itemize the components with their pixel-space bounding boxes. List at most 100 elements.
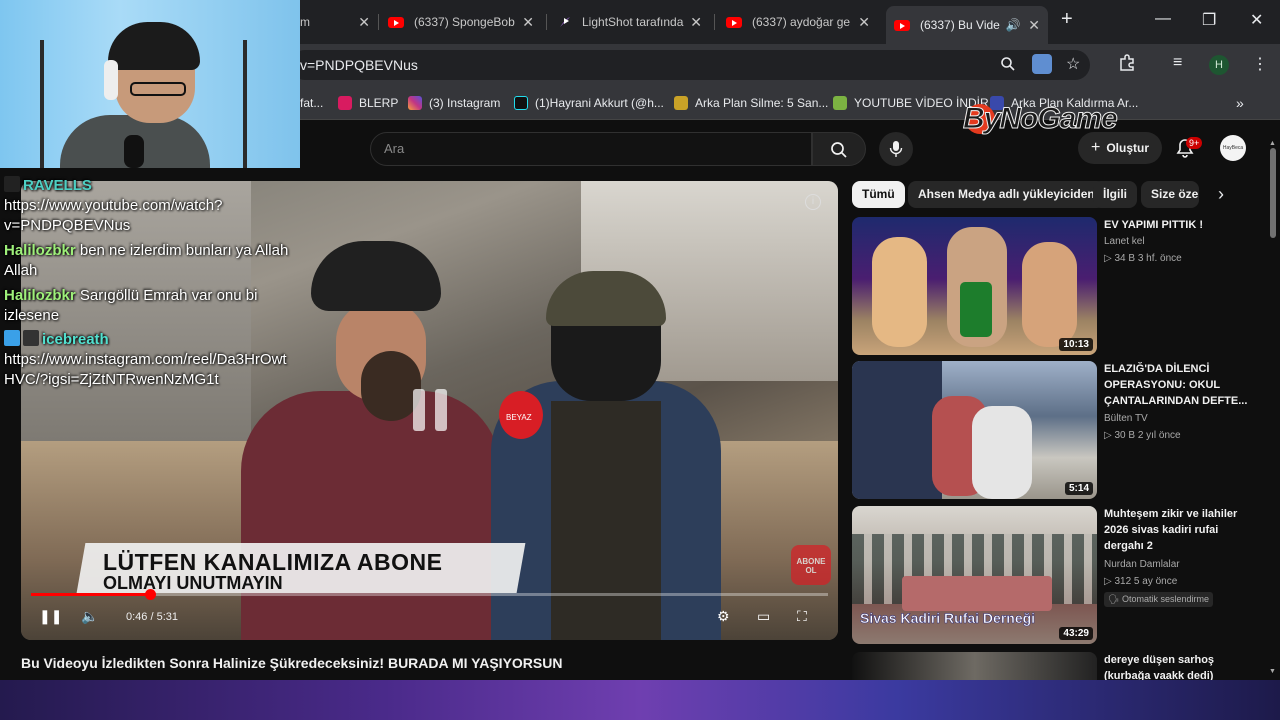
- install-app-icon[interactable]: [1032, 54, 1052, 74]
- banner-line-2: OLMAYI UNUTMAYIN: [103, 573, 283, 593]
- rec-title-2[interactable]: ELAZIĞ'DA DİLENCİ OPERASYONU: OKUL ÇANTA…: [1104, 361, 1254, 409]
- settings-gear-icon[interactable]: ⚙: [717, 608, 730, 625]
- duration-badge: 10:13: [1059, 338, 1093, 351]
- minimize-button[interactable]: —: [1155, 10, 1171, 28]
- close-tab-icon[interactable]: ✕: [358, 14, 370, 31]
- chip-related[interactable]: İlgili: [1093, 181, 1137, 208]
- search-icon: [831, 142, 847, 158]
- duration-badge: 43:29: [1059, 627, 1093, 640]
- bookmark-arka-plan-silme[interactable]: Arka Plan Silme: 5 San...: [674, 96, 828, 110]
- bookmark-blerp[interactable]: BLERP: [338, 96, 398, 110]
- chat-message-3: Halilozbkr ben ne izlerdim bunları ya Al…: [4, 241, 296, 281]
- progress-scrubber[interactable]: [144, 589, 156, 600]
- tab-label: (6337) aydoğar ge: [752, 15, 851, 29]
- bookmark-tiktok[interactable]: (1)Hayrani Akkurt (@h...: [514, 96, 664, 110]
- chevron-right-icon[interactable]: ›: [1218, 184, 1224, 205]
- rec-channel-3[interactable]: Nurdan Damlalar: [1104, 559, 1180, 570]
- progress-fill: [31, 593, 150, 596]
- url-text[interactable]: v=PNDPQBEVNus: [300, 57, 418, 73]
- tiktok-icon: [514, 96, 528, 110]
- rec-thumbnail-3[interactable]: Sivas Kadiri Rufai Derneği 43:29: [852, 506, 1097, 644]
- bookmark-star-icon[interactable]: ☆: [1066, 54, 1080, 74]
- speaker-icon[interactable]: 🔊: [1006, 18, 1021, 32]
- chat-username: Halilozbkr: [4, 242, 76, 259]
- chip-all[interactable]: Tümü: [852, 181, 905, 208]
- tab-5-active[interactable]: (6337) Bu Vide 🔊 ✕: [886, 6, 1048, 44]
- rec-thumbnail-4[interactable]: [852, 652, 1097, 680]
- create-button[interactable]: + Oluştur: [1078, 132, 1162, 164]
- rec-title-1[interactable]: EV YAPIMI PITTIK !: [1104, 217, 1254, 233]
- extensions-icon[interactable]: [1118, 54, 1136, 77]
- tab-1[interactable]: m ✕: [300, 8, 370, 36]
- rec-title-3[interactable]: Muhteşem zikir ve ilahiler 2026 sivas ka…: [1104, 506, 1254, 554]
- fullscreen-icon[interactable]: ⛶: [797, 608, 807, 625]
- page-scrollbar[interactable]: ▲ ▼: [1268, 140, 1276, 680]
- station-logo-text: BEYAZ: [506, 413, 532, 422]
- rec-channel-1[interactable]: Lanet kel: [1104, 236, 1145, 247]
- chat-message-6: https://www.instagram.com/reel/Da3HrOwtH…: [4, 351, 287, 388]
- streamer-webcam: [0, 0, 300, 168]
- close-tab-icon[interactable]: ✕: [690, 14, 702, 31]
- bookmark-instagram[interactable]: (3) Instagram: [408, 96, 500, 110]
- theater-mode-icon[interactable]: ▭: [757, 608, 770, 625]
- bookmark-label: fat...: [300, 96, 324, 110]
- thumbnail-caption: Sivas Kadiri Rufai Derneği: [860, 610, 1036, 627]
- rec-meta-2: ▷ 30 B 2 yıl önce: [1104, 430, 1181, 441]
- blerp-icon: [338, 96, 352, 110]
- tab-3[interactable]: LightShot tarafında ✕: [558, 8, 702, 36]
- abone-badge: ABONE OL: [791, 545, 831, 585]
- tab-4[interactable]: (6337) aydoğar ge ✕: [726, 8, 870, 36]
- close-tab-icon[interactable]: ✕: [1028, 17, 1040, 34]
- close-tab-icon[interactable]: ✕: [522, 14, 534, 31]
- tab-separator: [378, 14, 379, 30]
- scroll-up-icon[interactable]: ▲: [1269, 140, 1276, 147]
- info-icon[interactable]: i: [805, 194, 821, 210]
- channel-avatar[interactable]: HayBeca: [1220, 135, 1246, 161]
- pause-overlay-icon[interactable]: [413, 389, 449, 431]
- create-label: Oluştur: [1106, 141, 1149, 155]
- instagram-icon: [408, 96, 422, 110]
- chat-username: Halilozbkr: [4, 287, 76, 304]
- close-window-button[interactable]: ✕: [1250, 10, 1263, 30]
- video-title: Bu Videoyu İzledikten Sonra Halinize Şük…: [21, 655, 563, 671]
- search-input[interactable]: [370, 132, 812, 166]
- media-controls-icon[interactable]: ≡: [1173, 54, 1182, 72]
- pause-button[interactable]: ❚❚: [39, 608, 62, 625]
- profile-avatar[interactable]: H: [1209, 55, 1229, 75]
- tab-label: (6337) Bu Vide: [920, 18, 1000, 32]
- tab-label: LightShot tarafında: [582, 15, 684, 29]
- rec-thumbnail-2[interactable]: 5:14: [852, 361, 1097, 499]
- scrollbar-thumb[interactable]: [1270, 148, 1276, 238]
- volume-icon[interactable]: 🔈: [81, 608, 98, 625]
- new-tab-button[interactable]: +: [1061, 8, 1073, 31]
- chip-for-you[interactable]: Size özel: [1141, 181, 1199, 208]
- bookmark-1[interactable]: fat...: [300, 96, 323, 110]
- restore-button[interactable]: ❐: [1202, 10, 1216, 30]
- chevron-right-icon[interactable]: »: [1236, 95, 1244, 111]
- person-speaking-icon: 🗣: [1108, 594, 1122, 604]
- tab-separator: [714, 14, 715, 30]
- chat-message-5: icebreath: [4, 330, 109, 350]
- rec-meta-1: ▷ 34 B 3 hf. önce: [1104, 253, 1182, 264]
- more-menu-icon[interactable]: ⋮: [1252, 54, 1268, 74]
- search-placeholder: Ara: [384, 141, 405, 156]
- search-button[interactable]: [812, 132, 866, 166]
- tab-2[interactable]: (6337) SpongeBob ✕: [388, 8, 534, 36]
- rec-channel-2[interactable]: Bülten TV: [1104, 413, 1148, 424]
- lightshot-feather-icon: [558, 15, 572, 29]
- close-tab-icon[interactable]: ✕: [858, 14, 870, 31]
- scroll-down-icon[interactable]: ▼: [1269, 668, 1276, 675]
- rec-meta-3: ▷ 312 5 ay önce: [1104, 576, 1178, 587]
- progress-bar[interactable]: [31, 589, 828, 600]
- tab-separator: [546, 14, 547, 30]
- chip-uploader[interactable]: Ahsen Medya adlı yükleyiciden: [908, 181, 1105, 208]
- user-badge-icon: [4, 176, 20, 192]
- chat-message-1: RAVELLS: [4, 176, 92, 196]
- video-frame-interviewee: [491, 271, 721, 640]
- rec-thumbnail-1[interactable]: 10:13: [852, 217, 1097, 355]
- youtube-favicon-icon: [726, 16, 742, 28]
- voice-search-button[interactable]: [879, 132, 913, 166]
- search-icon[interactable]: [1000, 56, 1016, 77]
- duration-badge: 5:14: [1064, 482, 1093, 495]
- bookmark-label: Arka Plan Silme: 5 San...: [695, 96, 829, 110]
